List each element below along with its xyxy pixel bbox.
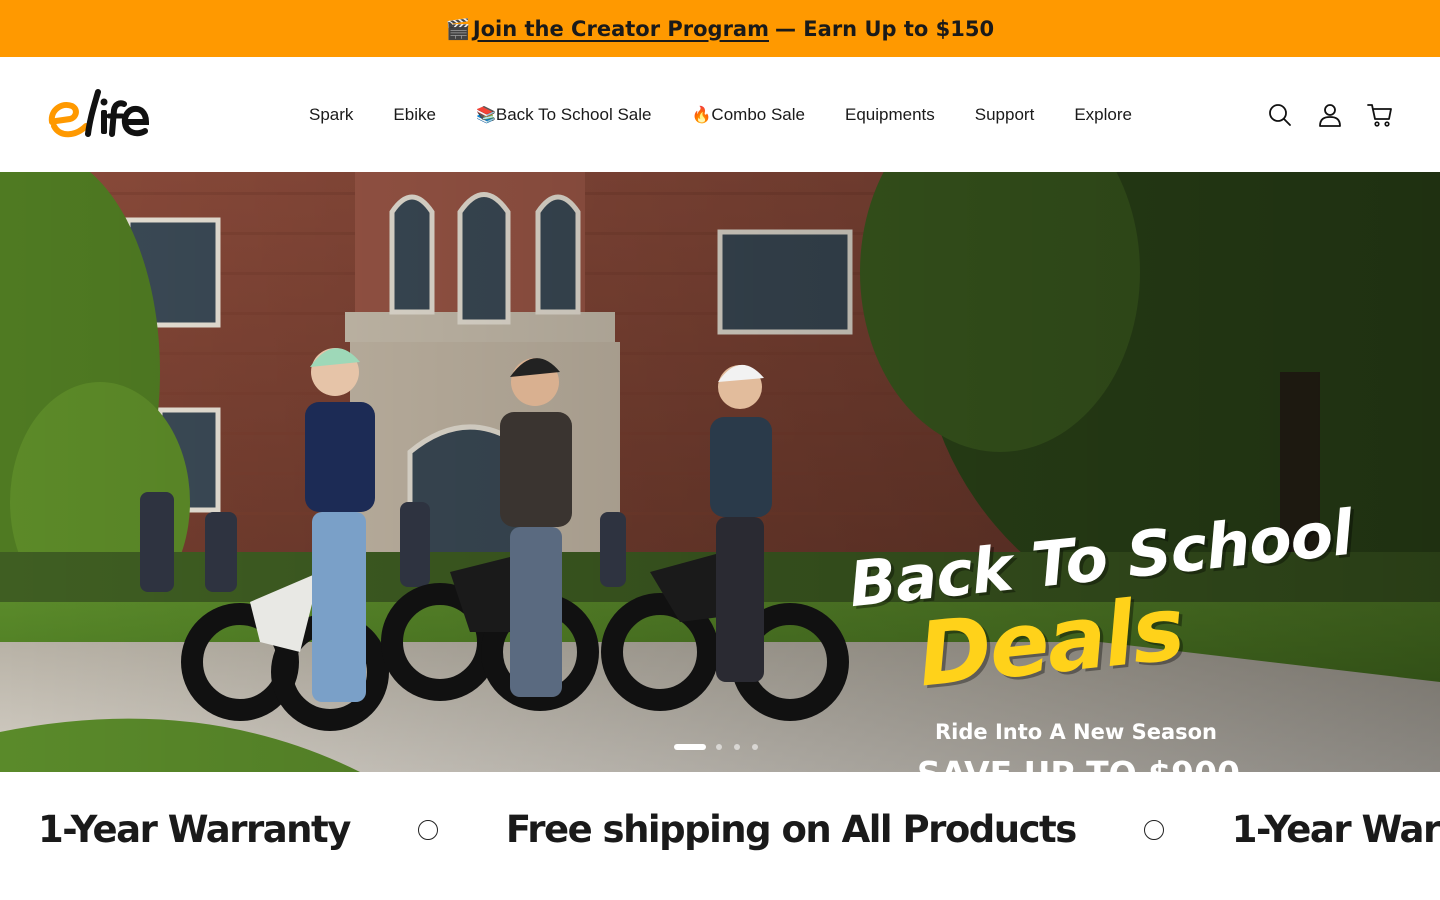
nav-item-spark[interactable]: Spark xyxy=(309,105,353,125)
search-icon[interactable] xyxy=(1266,101,1294,129)
nav-item-combo-sale[interactable]: 🔥Combo Sale xyxy=(692,105,805,125)
hero-banner[interactable]: Back To School Deals Ride Into A New Sea… xyxy=(0,172,1440,772)
fire-icon: 🔥 xyxy=(691,106,712,124)
announcement-bar: 🎬 Join the Creator Program — Earn Up to … xyxy=(0,0,1440,57)
nav-label: Combo Sale xyxy=(711,104,805,124)
nav-item-ebike[interactable]: Ebike xyxy=(393,105,436,125)
marquee-track: 1-Year Warranty Free shipping on All Pro… xyxy=(38,808,1440,851)
books-icon: 📚 xyxy=(475,106,496,124)
marquee-item: Free shipping on All Products xyxy=(505,808,1077,851)
account-icon[interactable] xyxy=(1316,101,1344,129)
nav-item-support[interactable]: Support xyxy=(975,105,1035,125)
main-nav: Spark Ebike 📚Back To School Sale 🔥Combo … xyxy=(309,57,1172,172)
benefits-marquee: 1-Year Warranty Free shipping on All Pro… xyxy=(0,772,1440,900)
hero-savings-text: SAVE UP TO $900 xyxy=(917,754,1240,772)
elife-logo[interactable] xyxy=(46,88,152,140)
nav-item-back-to-school-sale[interactable]: 📚Back To School Sale xyxy=(476,105,652,125)
slide-dot-3[interactable] xyxy=(734,744,740,750)
hero-headline: Back To School Deals Ride Into A New Sea… xyxy=(800,496,1356,772)
site-header: Spark Ebike 📚Back To School Sale 🔥Combo … xyxy=(0,57,1440,172)
clapperboard-icon: 🎬 xyxy=(445,16,471,41)
nav-label: Support xyxy=(974,104,1035,124)
announcement-text: — Earn Up to $150 xyxy=(775,16,995,41)
nav-item-explore[interactable]: Explore xyxy=(1074,105,1132,125)
nav-label: Spark xyxy=(309,104,354,124)
nav-label: Equipments xyxy=(844,104,935,124)
slide-dot-1[interactable] xyxy=(674,744,706,750)
slide-dot-4[interactable] xyxy=(752,744,758,750)
elife-logo-icon xyxy=(48,89,150,138)
marquee-item: 1-Year Warranty xyxy=(1231,808,1440,851)
cart-icon[interactable] xyxy=(1366,101,1394,129)
slide-dot-2[interactable] xyxy=(716,744,722,750)
nav-label: Ebike xyxy=(393,104,436,124)
circle-separator-icon xyxy=(1143,819,1164,840)
circle-separator-icon xyxy=(417,819,438,840)
marquee-item: 1-Year Warranty xyxy=(38,808,351,851)
header-actions xyxy=(1244,101,1394,129)
creator-program-link[interactable]: Join the Creator Program xyxy=(473,17,769,41)
nav-label: Explore xyxy=(1074,104,1132,124)
slider-pagination xyxy=(674,744,770,750)
hero-subtitle: Ride Into A New Season xyxy=(935,720,1218,744)
nav-label: Back To School Sale xyxy=(495,104,652,124)
nav-item-equipments[interactable]: Equipments xyxy=(845,105,935,125)
